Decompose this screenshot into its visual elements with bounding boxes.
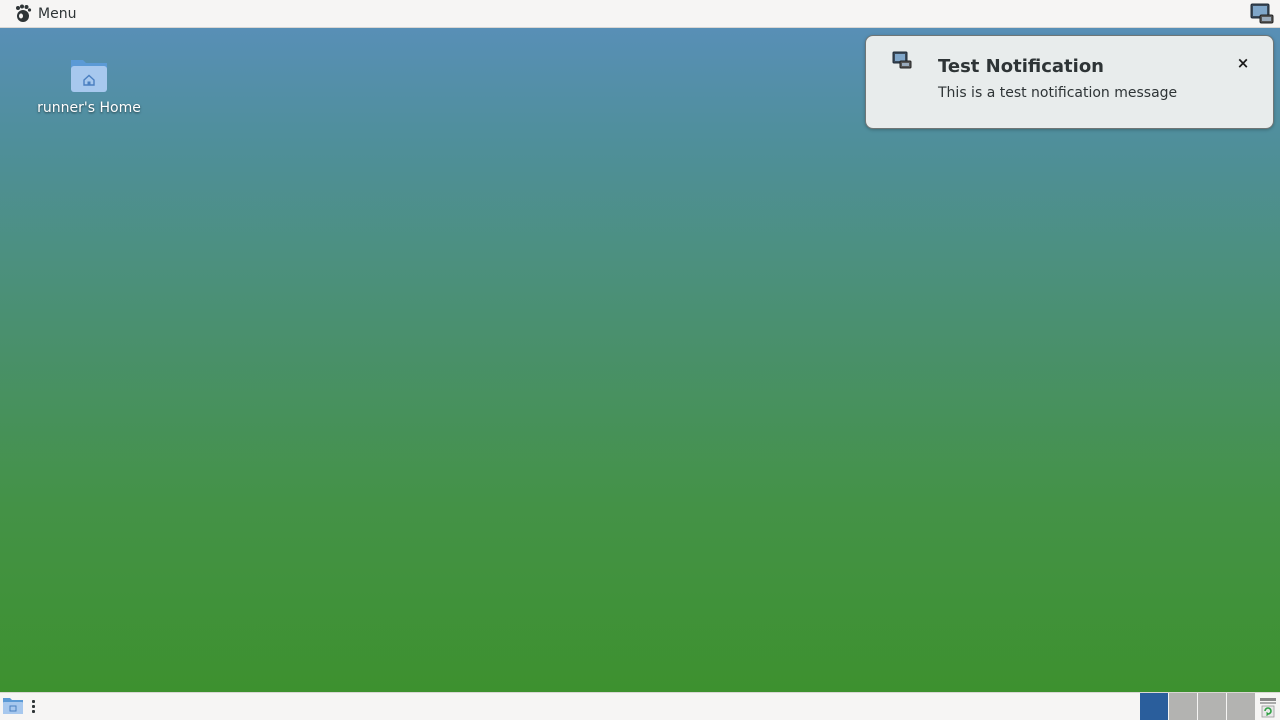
show-desktop-icon[interactable] xyxy=(2,695,24,719)
panel-handle-icon[interactable] xyxy=(32,700,35,713)
gnome-foot-icon xyxy=(16,4,32,22)
workspace-4[interactable] xyxy=(1227,693,1255,720)
desktop-icon-label: runner's Home xyxy=(37,100,141,116)
workspace-3[interactable] xyxy=(1198,693,1226,720)
notification-popup[interactable]: Test Notification This is a test notific… xyxy=(865,35,1274,129)
workspace-2[interactable] xyxy=(1169,693,1197,720)
trash-icon[interactable] xyxy=(1256,693,1280,720)
notification-body: This is a test notification message xyxy=(938,85,1178,101)
notification-title: Test Notification xyxy=(938,56,1104,77)
top-panel: Menu xyxy=(0,0,1280,28)
menu-button[interactable]: Menu xyxy=(12,4,76,24)
network-monitor-icon[interactable] xyxy=(1250,3,1274,25)
workspace-1[interactable] xyxy=(1140,693,1168,720)
home-folder-icon xyxy=(67,52,111,96)
close-icon[interactable]: × xyxy=(1233,53,1253,73)
bottom-panel xyxy=(0,692,1280,720)
desktop-icon-home[interactable]: runner's Home xyxy=(30,52,148,116)
menu-label: Menu xyxy=(38,5,77,22)
computer-icon xyxy=(892,51,912,71)
